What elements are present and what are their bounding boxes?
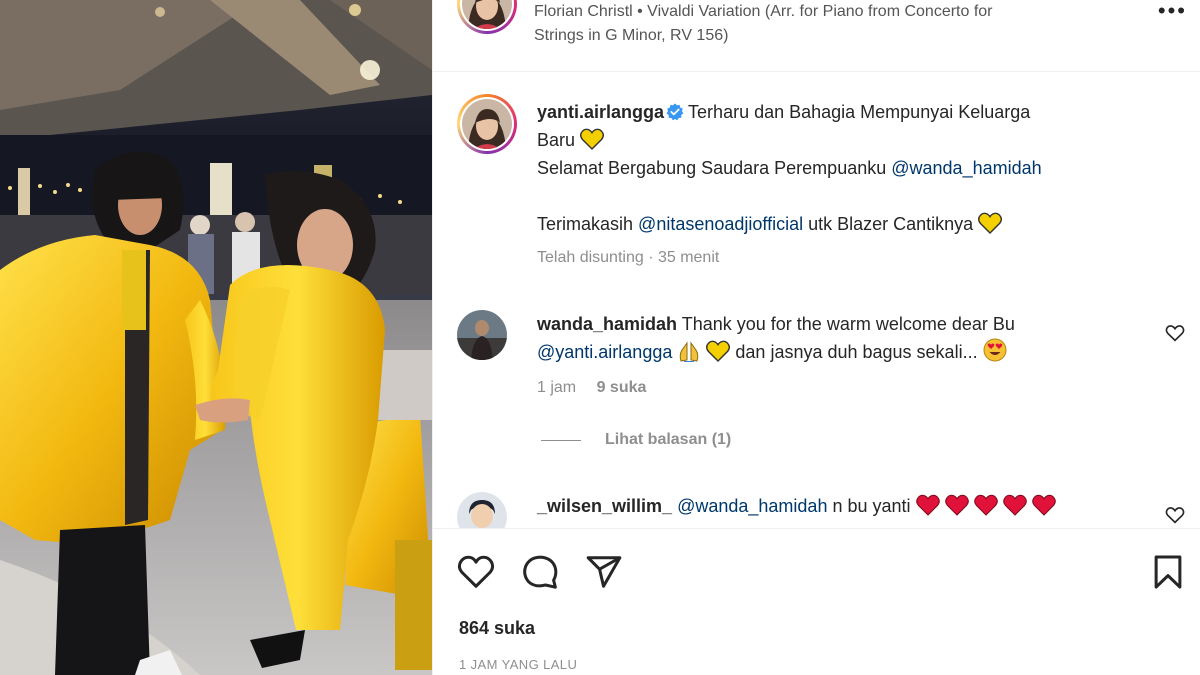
folded-hands-emoji-icon [680,341,699,362]
comment-text: wanda_hamidah Thank you for the warm wel… [537,310,1137,402]
post-likes-count[interactable]: 864 suka [459,618,535,639]
post-media[interactable] [0,0,432,675]
caption-text: yanti.airlangga Terharu dan Bahagia Mempu… [537,98,1177,272]
portrait-icon [457,492,507,528]
comment-item: _wilsen_willim_ @wanda_hamidah n bu yant… [433,492,1200,528]
caption-text-line4-end: utk Blazer Cantiknya [808,214,974,234]
post-details: Florian Christl • Vivaldi Variation (Arr… [432,0,1200,675]
caption-text-line3: Selamat Bergabung Saudara Perempuanku [537,158,887,178]
red-heart-emoji-icon [944,494,969,516]
audio-attribution[interactable]: Florian Christl • Vivaldi Variation (Arr… [534,0,1094,48]
caption-avatar[interactable] [457,94,517,154]
bookmark-icon[interactable] [1149,553,1187,591]
comment-time: 1 jam [537,379,577,396]
post-actions [433,528,1200,628]
mention-link[interactable]: @yanti.airlangga [537,342,672,362]
commenter-avatar[interactable] [457,492,507,528]
media-illustration [0,0,432,675]
commenter-avatar[interactable] [457,310,507,360]
heart-eyes-emoji-icon [983,338,1007,362]
view-replies-button[interactable]: Lihat balasan (1) [541,431,731,449]
portrait-icon [462,0,512,29]
caption-username[interactable]: yanti.airlangga [537,102,664,122]
red-heart-emoji-icon [973,494,998,516]
yellow-heart-emoji-icon [706,340,731,362]
caption-text-line2: Baru [537,130,576,150]
portrait-icon [457,310,507,360]
audio-line-2: Strings in G Minor, RV 156) [534,27,729,44]
comment-icon[interactable] [521,553,559,591]
mention-link[interactable]: @wanda_hamidah [891,158,1041,178]
audio-line-1: Florian Christl • Vivaldi Variation (Arr… [534,3,993,20]
heart-icon[interactable] [457,553,495,591]
post-timestamp: 1 JAM YANG LALU [459,657,578,672]
author-avatar[interactable] [457,0,517,34]
comment-meta: 1 jam 9 suka [537,374,1137,402]
mention-link[interactable]: @wanda_hamidah [677,496,827,516]
mention-link[interactable]: @nitasenoadjiofficial [638,214,803,234]
red-heart-emoji-icon [915,494,940,516]
comment-username[interactable]: wanda_hamidah [537,314,677,334]
share-icon[interactable] [585,553,623,591]
comment-likes[interactable]: 9 suka [597,379,647,396]
replies-divider [541,439,581,441]
red-heart-emoji-icon [1002,494,1027,516]
post-header: Florian Christl • Vivaldi Variation (Arr… [433,0,1200,72]
red-heart-emoji-icon [1031,494,1056,516]
caption-text-line1: Terharu dan Bahagia Mempunyai Keluarga [688,102,1031,122]
portrait-icon [462,99,512,149]
verified-badge-icon [666,103,684,121]
view-replies-label: Lihat balasan (1) [605,431,732,448]
yellow-heart-emoji-icon [978,212,1003,234]
comment-text-2: dan jasnya duh bagus sekali... [735,342,978,362]
yellow-heart-emoji-icon [580,128,605,150]
comment-username[interactable]: _wilsen_willim_ [537,496,672,516]
comment-text: n bu yanti [832,496,911,516]
instagram-post: Florian Christl • Vivaldi Variation (Arr… [0,0,1200,675]
more-options-button[interactable]: ••• [1158,0,1187,22]
comment-like-heart-icon[interactable] [1165,506,1185,524]
caption-meta: Telah disunting · 35 menit [537,249,720,266]
comment-like-heart-icon[interactable] [1165,324,1185,342]
comment-text: _wilsen_willim_ @wanda_hamidah n bu yant… [537,492,1137,520]
caption-text-line4: Terimakasih [537,214,634,234]
comment-text-1: Thank you for the warm welcome dear Bu [681,314,1015,334]
